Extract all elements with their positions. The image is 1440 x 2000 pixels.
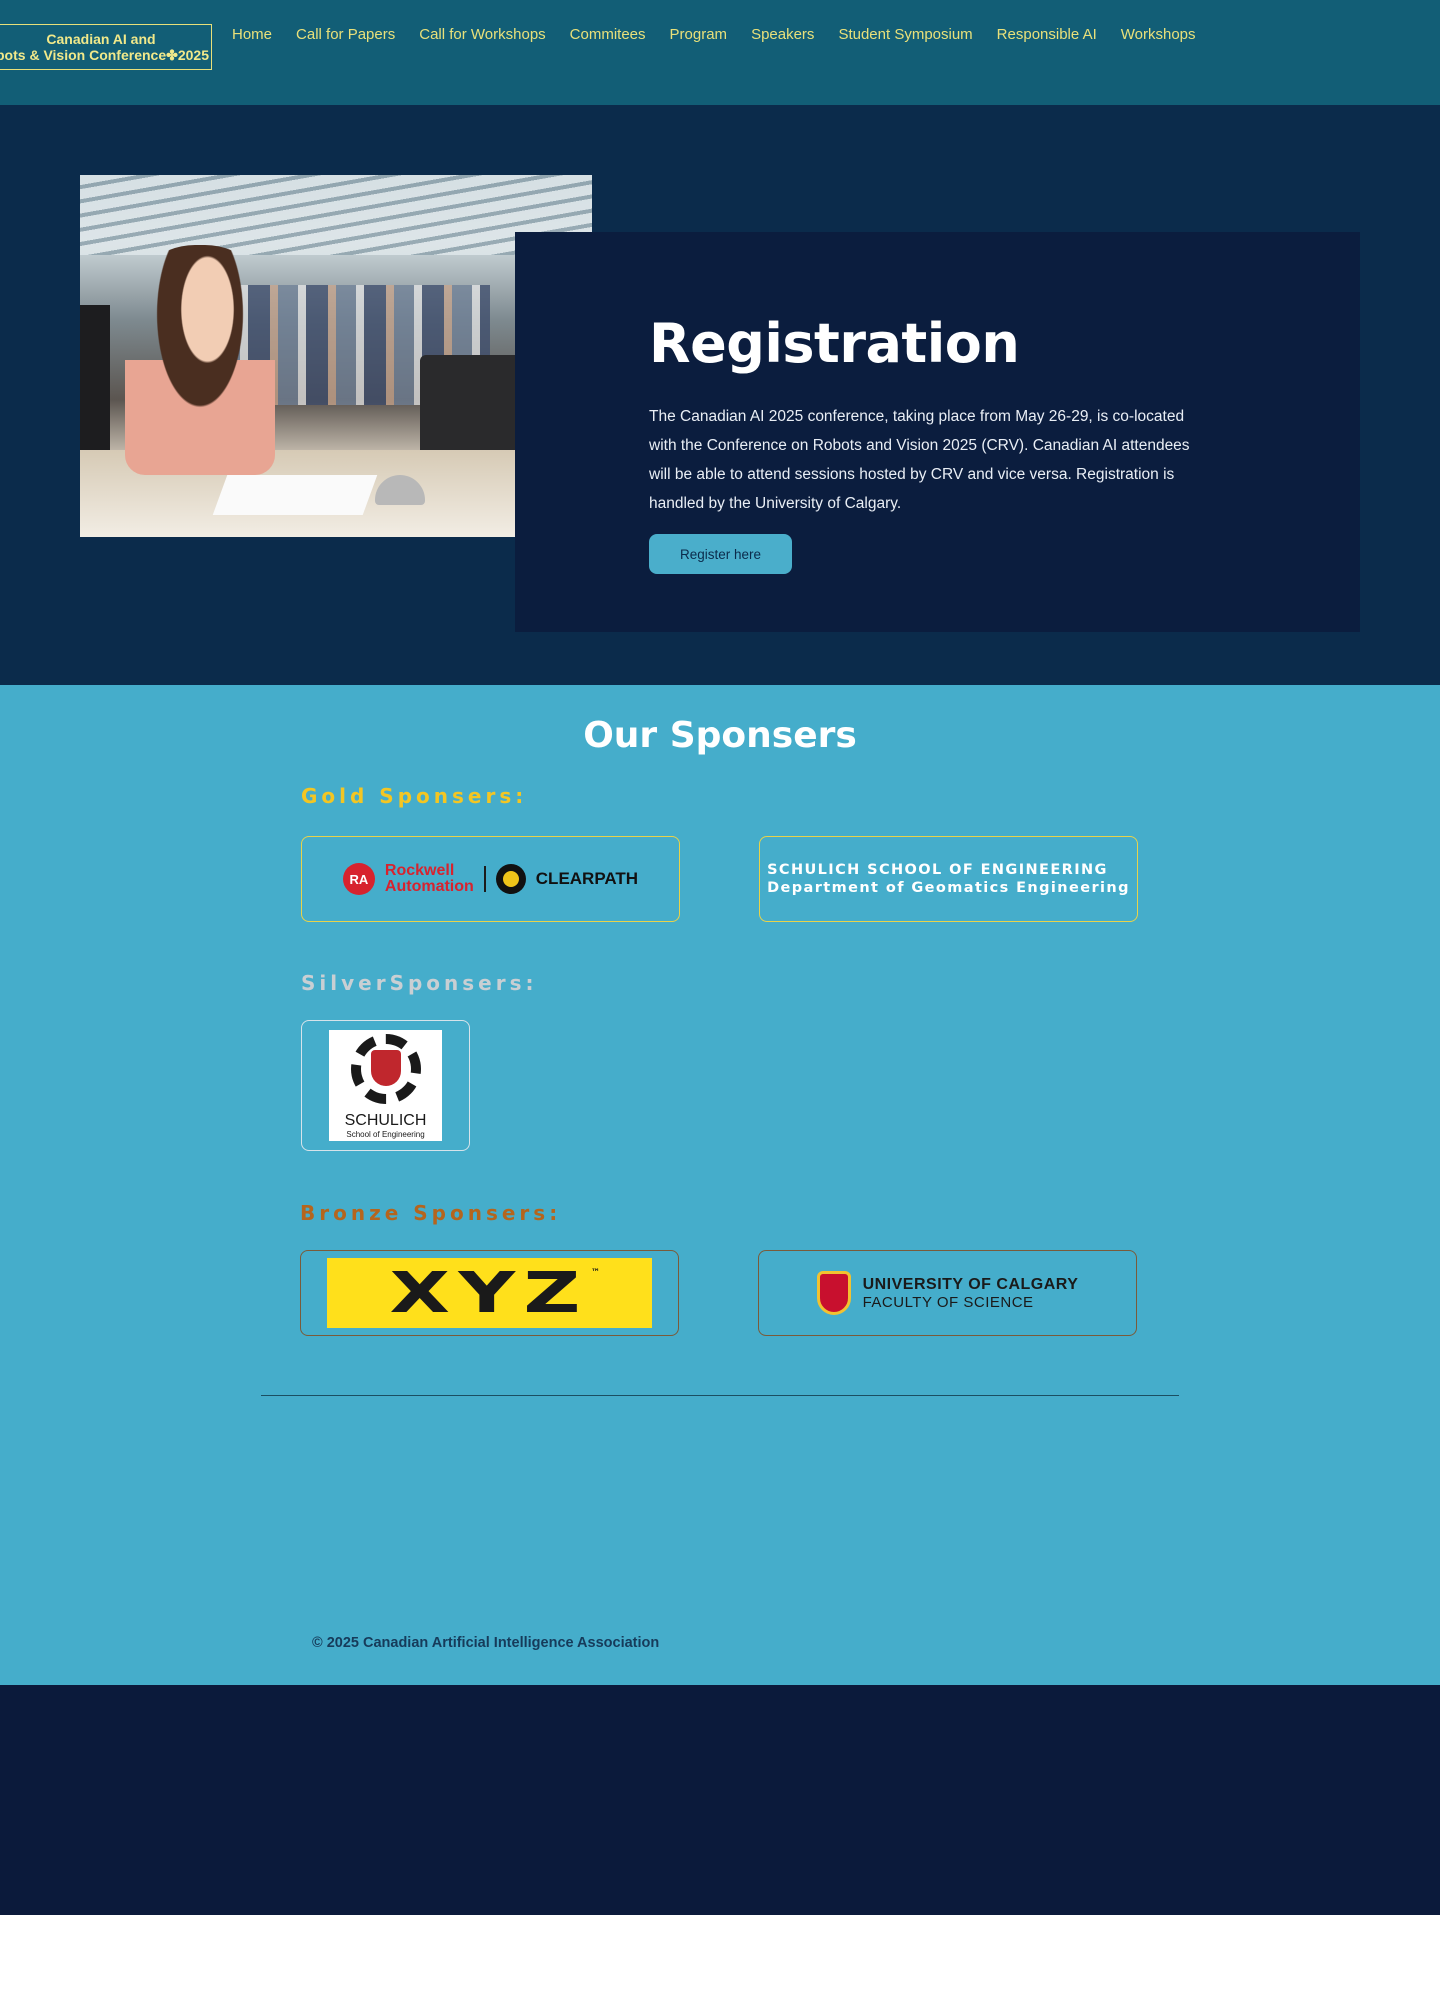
nav-call-for-workshops[interactable]: Call for Workshops	[419, 26, 545, 43]
sponsor-schulich-geomatics[interactable]: SCHULICH SCHOOL OF ENGINEERING Departmen…	[759, 836, 1138, 922]
nav-workshops[interactable]: Workshops	[1121, 26, 1196, 43]
bronze-sponsors-label: Bronze Sponsers:	[300, 1201, 562, 1225]
registration-title: Registration	[649, 312, 1020, 375]
site-header: Canadian AI and bots & Vision Conference…	[0, 0, 1440, 105]
photo-woman	[125, 245, 275, 475]
schulich-sub: School of Engineering	[346, 1130, 425, 1139]
gold-sponsors-label: Gold Sponsers:	[301, 784, 528, 808]
ucalgary-line2: FACULTY OF SCIENCE	[862, 1293, 1034, 1311]
crest-icon	[816, 1271, 851, 1315]
photo-paper	[212, 475, 378, 515]
sponsor-rockwell-clearpath[interactable]: RA Rockwell Automation CLEARPATH	[301, 836, 680, 922]
rockwell-clearpath-logo: RA Rockwell Automation CLEARPATH	[342, 863, 639, 895]
registration-section: Registration The Canadian AI 2025 confer…	[0, 105, 1440, 685]
register-button[interactable]: Register here	[649, 534, 792, 574]
ucalgary-line1: UNIVERSITY OF CALGARY	[862, 1275, 1079, 1293]
rockwell-mark-icon: RA	[342, 863, 375, 895]
sponsor-xyz[interactable]: XYZ ™	[300, 1250, 679, 1336]
footer-band	[0, 1685, 1440, 1915]
logo-line1: Canadian AI and	[46, 31, 156, 47]
sponsor-ucalgary-science[interactable]: UNIVERSITY OF CALGARY FACULTY OF SCIENCE	[758, 1250, 1137, 1336]
sponsors-section: Our Sponsers Gold Sponsers: RA Rockwell …	[0, 685, 1440, 1685]
nav-home[interactable]: Home	[232, 26, 272, 43]
trademark: ™	[591, 1268, 600, 1278]
registration-text: The Canadian AI 2025 conference, taking …	[649, 408, 1190, 512]
nav-student-symposium[interactable]: Student Symposium	[838, 26, 972, 43]
nav-responsible-ai[interactable]: Responsible AI	[997, 26, 1097, 43]
logo-year: 2025	[177, 47, 209, 63]
hexagon-icon	[495, 864, 526, 894]
schulich-geomatics-line1: SCHULICH SCHOOL OF ENGINEERING	[767, 862, 1108, 878]
footer-divider	[261, 1395, 1179, 1396]
main-nav: Home Call for Papers Call for Workshops …	[232, 26, 1211, 43]
maple-leaf-icon: ✤	[166, 47, 178, 63]
clearpath-name: CLEARPATH	[535, 869, 639, 888]
rockwell-name-1: Rockwell	[384, 862, 455, 879]
logo-line2: bots & Vision Conference✤2025	[0, 47, 209, 63]
logo-line2-text: bots & Vision Conference	[0, 47, 167, 63]
registration-card: Registration The Canadian AI 2025 confer…	[515, 232, 1360, 632]
sponsors-title: Our Sponsers	[583, 715, 857, 756]
ucalgary-logo: UNIVERSITY OF CALGARY FACULTY OF SCIENCE	[816, 1271, 1079, 1315]
xyz-text: XYZ	[389, 1260, 590, 1326]
nav-commitees[interactable]: Commitees	[570, 26, 646, 43]
schulich-geomatics-line2: Department of Geomatics Engineering	[767, 880, 1130, 896]
sponsor-schulich[interactable]: SCHULICH School of Engineering	[301, 1020, 470, 1151]
nav-call-for-papers[interactable]: Call for Papers	[296, 26, 395, 43]
copyright-text: © 2025 Canadian Artificial Intelligence …	[312, 1635, 660, 1651]
rockwell-name: Rockwell Automation	[385, 863, 474, 895]
crest-icon	[371, 1050, 401, 1086]
schulich-name: SCHULICH	[344, 1112, 427, 1129]
logo-divider	[483, 866, 486, 892]
schulich-logo: SCHULICH School of Engineering	[329, 1030, 442, 1141]
schulich-geomatics-logo: SCHULICH SCHOOL OF ENGINEERING Departmen…	[767, 861, 1130, 897]
nav-program[interactable]: Program	[670, 26, 728, 43]
rockwell-name-2: Automation	[384, 878, 474, 895]
xyz-logo: XYZ ™	[327, 1258, 652, 1328]
nav-speakers[interactable]: Speakers	[751, 26, 814, 43]
silver-sponsors-label: SilverSponsers:	[301, 971, 538, 995]
site-logo[interactable]: Canadian AI and bots & Vision Conference…	[0, 24, 212, 70]
